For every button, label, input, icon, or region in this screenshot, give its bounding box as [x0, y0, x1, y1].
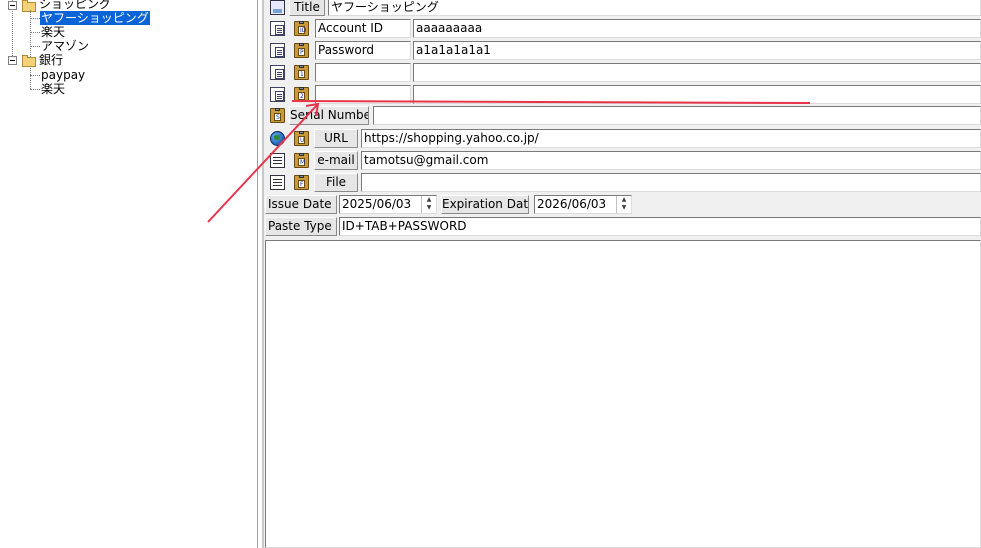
url-button[interactable]: URL — [314, 129, 358, 148]
extra2-field[interactable] — [413, 85, 981, 104]
category-tree[interactable]: ショッピング ヤフーショッピング 楽天 アマゾン 銀行 paypay 楽天 — [0, 0, 258, 548]
password-field[interactable]: a1a1a1a1a1 — [413, 41, 981, 60]
expiration-date-picker[interactable]: 2026/06/03 ▲ ▼ — [534, 195, 632, 214]
spin-down-icon[interactable]: ▼ — [617, 204, 631, 212]
folder-icon — [22, 0, 36, 12]
tree-connector — [30, 46, 40, 47]
copy-icon[interactable] — [270, 21, 285, 36]
paste-extra1-icon[interactable]: 1 — [294, 65, 309, 80]
url-field[interactable]: https://shopping.yahoo.co.jp/ — [361, 129, 981, 148]
collapse-icon[interactable] — [8, 56, 17, 65]
mail-list-icon[interactable] — [270, 153, 285, 168]
issue-date-value[interactable]: 2025/06/03 — [342, 197, 411, 211]
email-field[interactable]: tamotsu@gmail.com — [361, 151, 981, 170]
tree-connector — [30, 89, 40, 90]
email-button[interactable]: e-mail — [314, 151, 358, 170]
tree-connector — [30, 32, 40, 33]
tree-item-paypay[interactable]: paypay — [41, 68, 85, 82]
paste-id-icon[interactable]: ID — [294, 21, 309, 36]
tree-item-rakuten[interactable]: 楽天 — [41, 25, 65, 39]
expiration-date-label: Expiration Date — [441, 195, 529, 214]
tree-folder-bank[interactable]: 銀行 — [39, 53, 63, 67]
expiration-date-spinner[interactable]: ▲ ▼ — [616, 196, 631, 213]
spin-up-icon[interactable]: ▲ — [422, 196, 436, 204]
account-id-field[interactable]: aaaaaaaaa — [413, 19, 981, 38]
account-id-label-field[interactable]: Account ID — [315, 19, 411, 38]
file-field[interactable] — [361, 173, 981, 192]
serial-number-field[interactable] — [373, 106, 981, 125]
paste-password-icon[interactable]: P — [294, 43, 309, 58]
issue-date-spinner[interactable]: ▲ ▼ — [421, 196, 436, 213]
extra1-field[interactable] — [413, 63, 981, 82]
file-button[interactable]: File — [314, 173, 358, 192]
paste-type-field[interactable]: ID+TAB+PASSWORD — [339, 217, 981, 236]
memo-textarea[interactable] — [265, 240, 981, 548]
tree-item-yahoo-shopping[interactable]: ヤフーショッピング — [39, 10, 151, 26]
folder-icon — [22, 55, 36, 67]
id-card-icon — [270, 0, 285, 15]
extra1-label-field[interactable] — [315, 63, 411, 82]
paste-email-icon[interactable]: M — [294, 153, 309, 168]
paste-serial-icon[interactable]: S — [270, 108, 285, 123]
title-field[interactable]: ヤフーショッピング — [328, 0, 981, 16]
file-list-icon[interactable] — [270, 175, 285, 190]
tree-connector — [30, 75, 40, 76]
tree-folder-shopping[interactable]: ショッピング — [39, 0, 111, 11]
issue-date-label: Issue Date — [265, 195, 337, 214]
expiration-date-value[interactable]: 2026/06/03 — [537, 197, 606, 211]
paste-file-icon[interactable]: F — [294, 175, 309, 190]
issue-date-picker[interactable]: 2025/06/03 ▲ ▼ — [339, 195, 437, 214]
paste-url-icon[interactable]: U — [294, 131, 309, 146]
tree-connector — [30, 18, 40, 19]
copy-icon[interactable] — [270, 65, 285, 80]
extra2-label-field[interactable] — [315, 85, 411, 104]
copy-icon[interactable] — [270, 43, 285, 58]
tree-connector — [30, 66, 31, 89]
tree-item-amazon[interactable]: アマゾン — [41, 39, 89, 53]
password-label-field[interactable]: Password — [315, 41, 411, 60]
spin-up-icon[interactable]: ▲ — [617, 196, 631, 204]
collapse-icon[interactable] — [8, 1, 17, 10]
paste-extra2-icon[interactable]: 2 — [294, 87, 309, 102]
copy-icon[interactable] — [270, 87, 285, 102]
serial-number-button[interactable]: Serial Number — [289, 106, 369, 125]
title-label-button[interactable]: Title — [289, 0, 325, 16]
globe-icon[interactable] — [270, 131, 285, 146]
spin-down-icon[interactable]: ▼ — [422, 204, 436, 212]
tree-item-rakuten-bank[interactable]: 楽天 — [41, 82, 65, 96]
paste-type-label: Paste Type — [265, 217, 337, 236]
